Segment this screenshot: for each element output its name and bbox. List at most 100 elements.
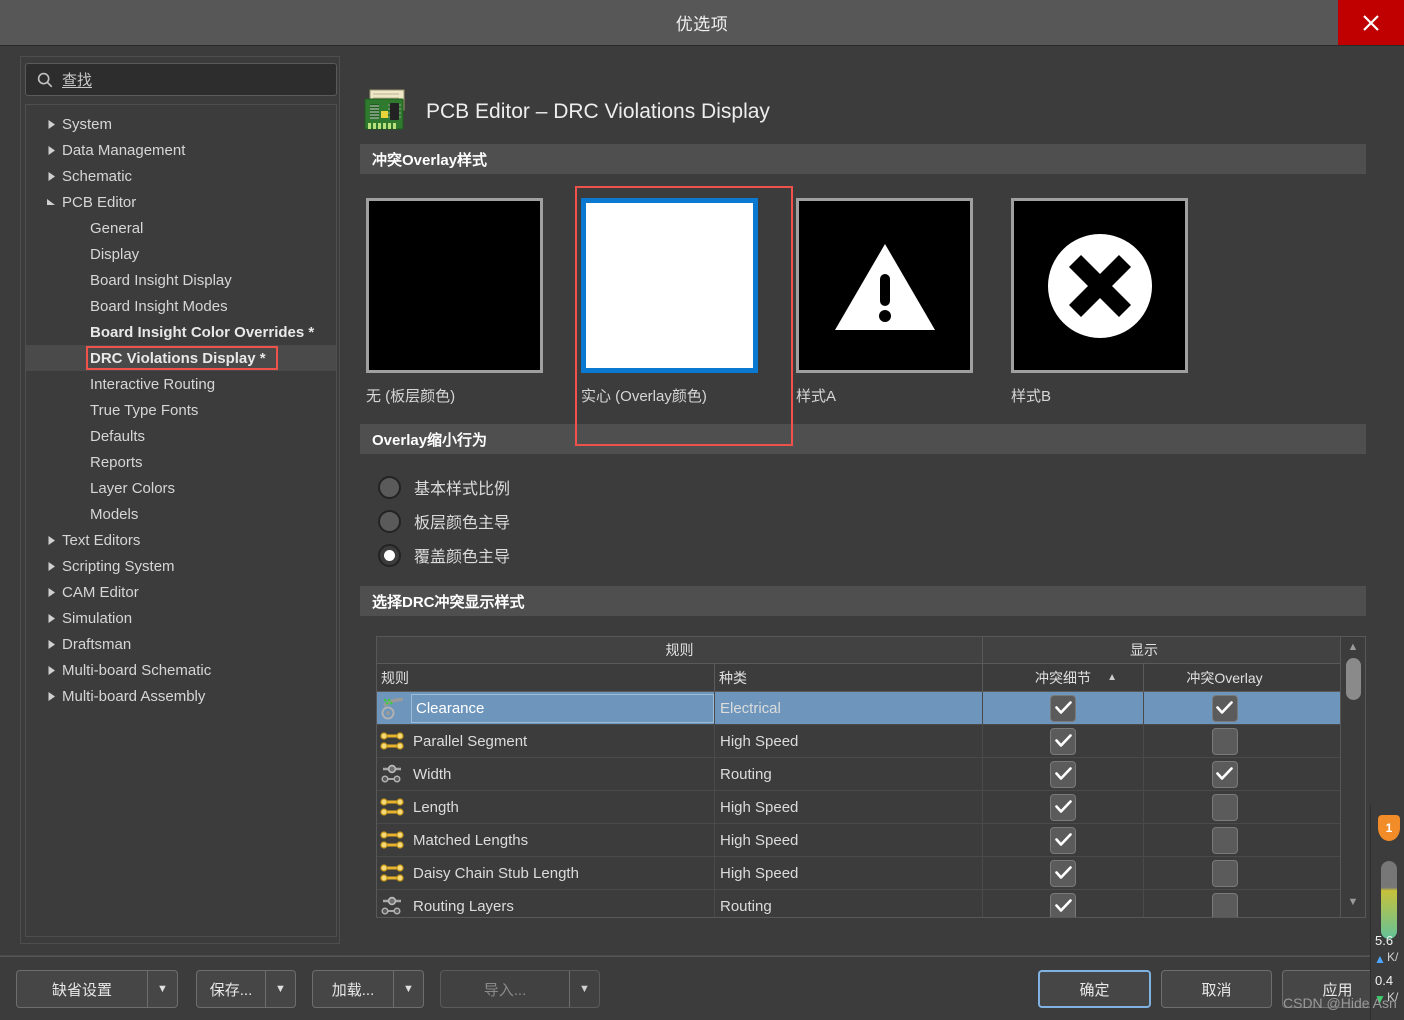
table-vertical-scrollbar[interactable]: ▲ ▼ [1340, 637, 1365, 917]
overlay-style-section-title: 冲突Overlay样式 [360, 144, 1366, 174]
chevron-right-icon[interactable] [40, 665, 62, 676]
overlay-checkbox[interactable] [1211, 859, 1238, 887]
column-header-rule[interactable]: 规则 [377, 664, 715, 691]
overlay-style-swatch-cross[interactable] [1011, 198, 1188, 373]
chevron-right-icon[interactable] [40, 613, 62, 624]
sidebar-item-drc-violations-display[interactable]: DRC Violations Display * [26, 345, 336, 371]
sidebar-item-schematic[interactable]: Schematic [26, 163, 336, 189]
overlay-style-swatch-solid[interactable] [581, 198, 758, 373]
overlay-checkbox[interactable] [1211, 694, 1238, 722]
overlay-checkbox[interactable] [1211, 826, 1238, 854]
ok-button[interactable]: 确定 [1038, 970, 1151, 1008]
overlay-checkbox[interactable] [1211, 727, 1238, 755]
radio-button[interactable] [378, 509, 401, 533]
overlay-style-swatch-warning[interactable] [796, 198, 973, 373]
detail-checkbox[interactable] [1050, 826, 1076, 854]
overlay-style-swatch-black[interactable] [366, 198, 543, 373]
sidebar-item-reports[interactable]: Reports [26, 449, 336, 475]
sidebar-item-label: Multi-board Schematic [62, 661, 212, 679]
sidebar-item-board-insight-display[interactable]: Board Insight Display [26, 267, 336, 293]
sidebar-item-text-editors[interactable]: Text Editors [26, 527, 336, 553]
overlay-style-option: 实心 (Overlay颜色) [581, 198, 796, 406]
sidebar-item-true-type-fonts[interactable]: True Type Fonts [26, 397, 336, 423]
notification-badge[interactable]: 1 [1378, 815, 1400, 841]
sidebar-item-multi-board-schematic[interactable]: Multi-board Schematic [26, 657, 336, 683]
table-row[interactable]: Width Routing [377, 758, 1340, 791]
sidebar-item-system[interactable]: System [26, 111, 336, 137]
import-button: 导入... ▼ [440, 970, 600, 1008]
defaults-button[interactable]: 缺省设置 ▼ [16, 970, 178, 1008]
cancel-button[interactable]: 取消 [1161, 970, 1272, 1008]
defaults-dropdown-arrow-icon[interactable]: ▼ [147, 971, 177, 1007]
table-row[interactable]: Matched Lengths High Speed [377, 824, 1340, 857]
overlay-checkbox[interactable] [1211, 760, 1238, 788]
table-row[interactable]: Parallel Segment High Speed [377, 725, 1340, 758]
sidebar-item-general[interactable]: General [26, 215, 336, 241]
chevron-right-icon[interactable] [40, 535, 62, 546]
chevron-right-icon[interactable] [40, 119, 62, 130]
scroll-up-arrow-icon[interactable]: ▲ [1348, 640, 1359, 654]
chevron-right-icon[interactable] [40, 587, 62, 598]
chevron-right-icon[interactable] [40, 639, 62, 650]
table-row[interactable]: Routing Layers Routing [377, 890, 1340, 917]
upload-speed-unit: K/ [1387, 950, 1399, 964]
table-row[interactable]: Clearance Electrical [377, 692, 1340, 725]
sidebar-item-draftsman[interactable]: Draftsman [26, 631, 336, 657]
cell-kind: Routing [715, 758, 983, 790]
ok-button-label: 确定 [1079, 981, 1110, 999]
chevron-right-icon[interactable] [40, 171, 62, 182]
detail-checkbox[interactable] [1050, 793, 1076, 821]
scroll-down-arrow-icon[interactable]: ▼ [1348, 895, 1359, 909]
radio-dot-icon [384, 549, 395, 561]
radio-button[interactable] [378, 475, 401, 499]
shrink-behavior-radio[interactable]: 基本样式比例 [378, 470, 1382, 504]
check-icon [1054, 734, 1072, 747]
load-button[interactable]: 加载... ▼ [312, 970, 424, 1008]
column-header-kind[interactable]: 种类 [715, 664, 983, 691]
sidebar-item-data-management[interactable]: Data Management [26, 137, 336, 163]
detail-checkbox[interactable] [1050, 694, 1076, 722]
sidebar-item-board-insight-color-overrides[interactable]: Board Insight Color Overrides * [26, 319, 336, 345]
sidebar-item-interactive-routing[interactable]: Interactive Routing [26, 371, 336, 397]
close-button[interactable] [1338, 0, 1404, 45]
detail-checkbox[interactable] [1050, 892, 1076, 917]
overlay-style-label: 样式A [796, 388, 837, 405]
sidebar-item-display[interactable]: Display [26, 241, 336, 267]
sidebar-item-simulation[interactable]: Simulation [26, 605, 336, 631]
sidebar-item-multi-board-assembly[interactable]: Multi-board Assembly [26, 683, 336, 709]
shrink-behavior-radio[interactable]: 覆盖颜色主导 [378, 538, 1382, 572]
radio-button[interactable] [378, 543, 401, 567]
sidebar-item-scripting-system[interactable]: Scripting System [26, 553, 336, 579]
table-row[interactable]: Daisy Chain Stub Length High Speed [377, 857, 1340, 890]
sidebar-item-cam-editor[interactable]: CAM Editor [26, 579, 336, 605]
scrollbar-thumb[interactable] [1345, 658, 1361, 700]
cell-rule: Clearance [377, 692, 715, 724]
load-dropdown-arrow-icon[interactable]: ▼ [393, 971, 423, 1007]
overlay-checkbox[interactable] [1211, 892, 1238, 917]
save-button[interactable]: 保存... ▼ [196, 970, 296, 1008]
shrink-behavior-radio[interactable]: 板层颜色主导 [378, 504, 1382, 538]
preferences-tree[interactable]: System Data Management Schematic PCB Editor… [25, 104, 337, 937]
chevron-right-icon[interactable] [40, 691, 62, 702]
cell-rule: Routing Layers [377, 890, 715, 917]
detail-checkbox[interactable] [1050, 859, 1076, 887]
overlay-checkbox[interactable] [1211, 793, 1238, 821]
sidebar-item-label: System [62, 115, 113, 133]
sidebar-item-pcb-editor[interactable]: PCB Editor [26, 189, 336, 215]
column-header-detail[interactable]: 冲突细节 ▲ [983, 664, 1144, 691]
sidebar-item-label: Text Editors [62, 531, 141, 549]
chevron-right-icon[interactable] [40, 145, 62, 156]
check-icon [1216, 767, 1233, 780]
chevron-right-icon[interactable] [40, 561, 62, 572]
detail-checkbox[interactable] [1050, 760, 1076, 788]
chevron-down-icon[interactable] [40, 197, 62, 208]
column-header-overlay[interactable]: 冲突Overlay [1144, 664, 1305, 691]
sidebar-item-layer-colors[interactable]: Layer Colors [26, 475, 336, 501]
sidebar-item-board-insight-modes[interactable]: Board Insight Modes [26, 293, 336, 319]
table-row[interactable]: Length High Speed [377, 791, 1340, 824]
sidebar-item-models[interactable]: Models [26, 501, 336, 527]
search-input[interactable]: 查找 [25, 63, 337, 96]
sidebar-item-defaults[interactable]: Defaults [26, 423, 336, 449]
detail-checkbox[interactable] [1050, 727, 1076, 755]
save-dropdown-arrow-icon[interactable]: ▼ [265, 971, 295, 1007]
